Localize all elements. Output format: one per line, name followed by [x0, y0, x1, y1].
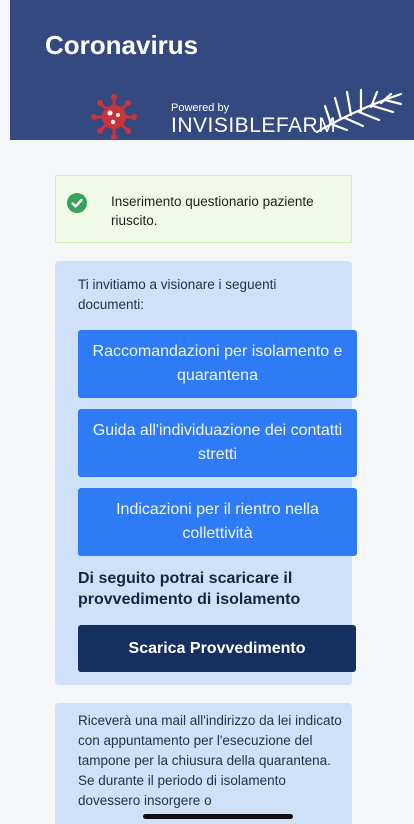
- download-heading: Di seguito potrai scaricare il provvedim…: [78, 570, 301, 608]
- alert-message: Inserimento questionario paziente riusci…: [111, 194, 314, 228]
- info-text: Riceverà una mail all'indirizzo da lei i…: [78, 713, 342, 808]
- app-title: Coronavirus: [45, 30, 199, 60]
- community-return-button[interactable]: Indicazioni per il rientro nella collett…: [78, 488, 357, 556]
- leaf-logo-icon: [315, 88, 403, 134]
- check-circle-icon: [67, 193, 87, 213]
- documents-intro: Ti invitiamo a visionare i seguenti docu…: [78, 277, 277, 312]
- powered-by-label: Powered by: [171, 102, 230, 114]
- isolation-quarantine-button[interactable]: Raccomandazioni per isolamento e quarant…: [78, 330, 357, 398]
- brand-logo: Powered by INVISIBLEFARM: [83, 88, 403, 140]
- close-contacts-guide-button[interactable]: Guida all'individuazione dei contatti st…: [78, 409, 357, 477]
- download-provision-button[interactable]: Scarica Provvedimento: [78, 625, 356, 672]
- info-panel: Riceverà una mail all'indirizzo da lei i…: [55, 703, 352, 824]
- redaction-mark: [143, 814, 293, 819]
- success-alert: Inserimento questionario paziente riusci…: [55, 175, 352, 243]
- documents-panel: Ti invitiamo a visionare i seguenti docu…: [55, 261, 357, 685]
- virus-logo-icon: [91, 94, 137, 140]
- app-header: Coronavirus Powered by INVISIBLEFARM: [10, 0, 414, 140]
